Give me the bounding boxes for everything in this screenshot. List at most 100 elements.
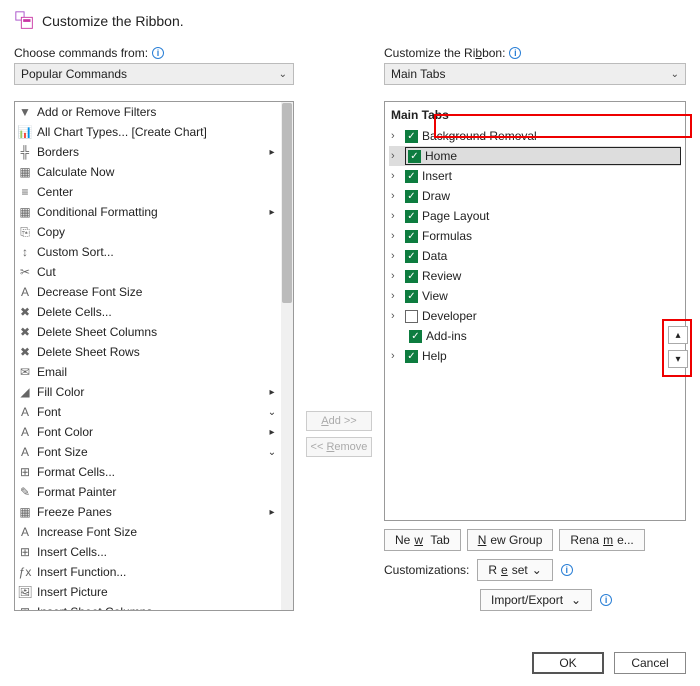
reset-button[interactable]: Reset ⌄ (477, 559, 552, 581)
customize-ribbon-combo[interactable]: Main Tabs⌄ (384, 63, 686, 85)
command-item[interactable]: ▦Calculate Now (15, 162, 281, 182)
command-item[interactable]: 🖼Insert Picture (15, 582, 281, 602)
command-icon: ⎘ (17, 224, 33, 240)
tree-label: View (422, 289, 448, 303)
scrollbar[interactable] (281, 102, 293, 610)
expand-icon[interactable]: › (391, 230, 401, 242)
command-item[interactable]: ✎Format Painter (15, 482, 281, 502)
command-label: Font Color (37, 425, 261, 439)
expand-icon[interactable]: › (391, 130, 401, 142)
command-label: Conditional Formatting (37, 205, 261, 219)
checkbox-icon[interactable]: ✓ (405, 130, 418, 143)
command-item[interactable]: ƒxInsert Function... (15, 562, 281, 582)
command-item[interactable]: ✉Email (15, 362, 281, 382)
ribbon-tree[interactable]: Main Tabs ›✓Background Removal›✓Home›✓In… (384, 101, 686, 521)
command-item[interactable]: ✖Delete Sheet Columns (15, 322, 281, 342)
checkbox-icon[interactable] (405, 310, 418, 323)
checkbox-icon[interactable]: ✓ (405, 290, 418, 303)
tree-item[interactable]: › ✓ Help (389, 346, 681, 366)
checkbox-icon[interactable]: ✓ (405, 210, 418, 223)
tree-item[interactable]: ›✓Review (389, 266, 681, 286)
command-item[interactable]: ✖Delete Sheet Rows (15, 342, 281, 362)
checkbox-icon[interactable]: ✓ (405, 350, 418, 363)
add-button[interactable]: Add >> (306, 411, 372, 431)
rename-button[interactable]: Rename... (559, 529, 644, 551)
command-item[interactable]: ▦Freeze Panes▸ (15, 502, 281, 522)
tree-label: Help (422, 349, 447, 363)
expand-icon[interactable]: › (391, 190, 401, 202)
checkbox-icon[interactable]: ✓ (408, 150, 421, 163)
command-label: Cut (37, 265, 261, 279)
commands-listbox[interactable]: ▼Add or Remove Filters📊All Chart Types..… (14, 101, 294, 611)
command-item[interactable]: 📊All Chart Types... [Create Chart] (15, 122, 281, 142)
tree-item[interactable]: ›✓Home (389, 146, 681, 166)
expand-icon[interactable]: › (391, 350, 401, 362)
command-item[interactable]: AFont Size⌄ (15, 442, 281, 462)
command-item[interactable]: AFont⌄ (15, 402, 281, 422)
submenu-indicator: ▸ (265, 387, 279, 398)
tree-item[interactable]: ›✓Draw (389, 186, 681, 206)
command-item[interactable]: ⊞Insert Sheet Columns (15, 602, 281, 610)
info-icon[interactable]: i (561, 564, 573, 576)
new-tab-button[interactable]: New Tab (384, 529, 461, 551)
tree-label: Add-ins (426, 329, 467, 343)
command-item[interactable]: ▦Conditional Formatting▸ (15, 202, 281, 222)
command-item[interactable]: ↕Custom Sort... (15, 242, 281, 262)
move-up-button[interactable]: ▴ (668, 326, 688, 344)
command-item[interactable]: ≡Center (15, 182, 281, 202)
command-icon: ✎ (17, 484, 33, 500)
import-export-button[interactable]: Import/Export ⌄ (480, 589, 592, 611)
move-down-button[interactable]: ▾ (668, 350, 688, 368)
command-item[interactable]: ADecrease Font Size (15, 282, 281, 302)
tree-item[interactable]: ✓ Add-ins (389, 326, 681, 346)
expand-icon[interactable]: › (391, 270, 401, 282)
checkbox-icon[interactable]: ✓ (405, 250, 418, 263)
checkbox-icon[interactable]: ✓ (405, 170, 418, 183)
command-label: Add or Remove Filters (37, 105, 261, 119)
tree-item[interactable]: ›✓Data (389, 246, 681, 266)
command-item[interactable]: ⊞Insert Cells... (15, 542, 281, 562)
command-item[interactable]: ✖Delete Cells... (15, 302, 281, 322)
command-icon: A (17, 284, 33, 300)
checkbox-icon[interactable]: ✓ (409, 330, 422, 343)
expand-icon[interactable]: › (391, 290, 401, 302)
expand-icon[interactable]: › (391, 170, 401, 182)
expand-icon[interactable]: › (391, 310, 401, 322)
scroll-thumb[interactable] (282, 103, 292, 303)
dialog-title: Customize the Ribbon. (42, 13, 184, 29)
info-icon[interactable]: i (600, 594, 612, 606)
tree-item[interactable]: ›✓Page Layout (389, 206, 681, 226)
command-item[interactable]: AFont Color▸ (15, 422, 281, 442)
expand-icon[interactable]: › (391, 150, 401, 162)
command-item[interactable]: AIncrease Font Size (15, 522, 281, 542)
command-item[interactable]: ◢Fill Color▸ (15, 382, 281, 402)
command-item[interactable]: ⊞Format Cells... (15, 462, 281, 482)
cancel-button[interactable]: Cancel (614, 652, 686, 674)
command-icon: ▦ (17, 204, 33, 220)
remove-button[interactable]: << Remove (306, 437, 372, 457)
new-group-button[interactable]: New Group (467, 529, 554, 551)
command-item[interactable]: ╬Borders▸ (15, 142, 281, 162)
tree-label: Insert (422, 169, 452, 183)
expand-icon[interactable]: › (391, 210, 401, 222)
tree-item[interactable]: ›Developer (389, 306, 681, 326)
command-label: Custom Sort... (37, 245, 261, 259)
tree-item[interactable]: › ✓ Insert (389, 166, 681, 186)
command-icon: 📊 (17, 124, 33, 140)
ok-button[interactable]: OK (532, 652, 604, 674)
info-icon[interactable]: i (152, 47, 164, 59)
choose-commands-combo[interactable]: Popular Commands⌄ (14, 63, 294, 85)
checkbox-icon[interactable]: ✓ (405, 230, 418, 243)
command-item[interactable]: ▼Add or Remove Filters (15, 102, 281, 122)
command-icon: A (17, 404, 33, 420)
checkbox-icon[interactable]: ✓ (405, 270, 418, 283)
expand-icon[interactable]: › (391, 250, 401, 262)
command-item[interactable]: ⎘Copy (15, 222, 281, 242)
tree-item[interactable]: › ✓ View (389, 286, 681, 306)
command-item[interactable]: ✂Cut (15, 262, 281, 282)
tree-item[interactable]: ›✓Background Removal (389, 126, 681, 146)
tree-item[interactable]: ›✓Formulas (389, 226, 681, 246)
command-icon: ◢ (17, 384, 33, 400)
info-icon[interactable]: i (509, 47, 521, 59)
checkbox-icon[interactable]: ✓ (405, 190, 418, 203)
